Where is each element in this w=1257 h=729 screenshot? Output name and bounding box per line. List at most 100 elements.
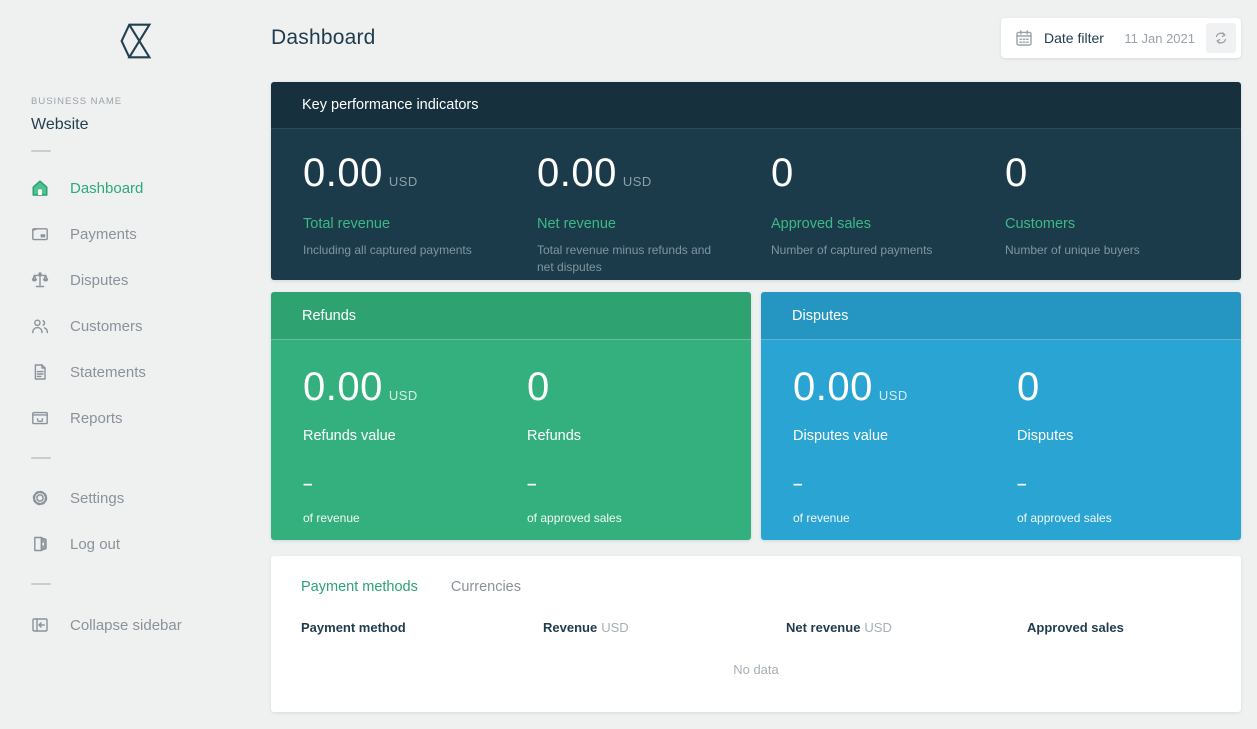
sidebar-secondary-nav: Settings Log out <box>0 475 271 567</box>
people-icon <box>30 316 50 336</box>
metric-value: 0 <box>771 151 794 195</box>
metric-value: 0 <box>1005 151 1028 195</box>
page-title: Dashboard <box>271 26 376 49</box>
kpi-metric-total-revenue: 0.00 USD Total revenue Including all capt… <box>303 150 537 280</box>
logo[interactable] <box>0 18 271 64</box>
metric-label: Net revenue <box>537 216 616 232</box>
metric-ratio-label: of approved sales <box>1017 511 1112 525</box>
document-icon <box>30 362 50 382</box>
metric-value: 0 <box>527 365 550 409</box>
refunds-value-metric: 0.00 USD Refunds value – of revenue <box>303 364 527 540</box>
sidebar-item-label: Payments <box>70 225 137 243</box>
sidebar: BUSINESS NAME Website Dashboard Payments… <box>0 0 271 729</box>
disputes-panel-body: 0.00 USD Disputes value – of revenue 0 Di… <box>761 340 1241 540</box>
sidebar-collapse-nav: Collapse sidebar <box>0 602 271 648</box>
refresh-button[interactable] <box>1206 23 1236 53</box>
refresh-icon <box>1215 32 1227 44</box>
sidebar-item-label: Dashboard <box>70 179 144 197</box>
metric-label: Disputes <box>1017 428 1074 444</box>
metric-label: Disputes value <box>793 428 889 444</box>
sidebar-item-statements[interactable]: Statements <box>0 349 271 395</box>
metric-ratio-label: of revenue <box>303 511 360 525</box>
metric-unit: USD <box>388 174 418 189</box>
calendar-icon <box>1014 28 1034 48</box>
metric-ratio: – <box>303 474 313 493</box>
metric-label: Refunds <box>527 428 582 444</box>
metric-unit: USD <box>878 388 908 403</box>
refunds-panel: Refunds 0.00 USD Refunds value – of reven… <box>271 292 751 540</box>
sidebar-item-label: Reports <box>70 409 123 427</box>
checkout-logo-icon <box>119 23 151 59</box>
page-header: Dashboard Date filter 11 Jan 2021 <box>271 18 1241 58</box>
column-unit: USD <box>864 620 892 635</box>
sidebar-item-label: Customers <box>70 317 143 335</box>
sidebar-item-dashboard[interactable]: Dashboard <box>0 165 271 211</box>
metric-value: 0 <box>1017 365 1040 409</box>
app-root: BUSINESS NAME Website Dashboard Payments… <box>0 0 1257 729</box>
column-unit: USD <box>601 620 629 635</box>
sidebar-item-payments[interactable]: Payments <box>0 211 271 257</box>
metric-label: Approved sales <box>771 216 871 232</box>
date-filter-value: 11 Jan 2021 <box>1124 30 1195 46</box>
tab-payment-methods[interactable]: Payment methods <box>301 579 418 595</box>
metric-unit: USD <box>622 174 652 189</box>
refunds-panel-body: 0.00 USD Refunds value – of revenue 0 Ref… <box>271 340 751 540</box>
disputes-value-metric: 0.00 USD Disputes value – of revenue <box>793 364 1017 540</box>
sidebar-item-disputes[interactable]: Disputes <box>0 257 271 303</box>
column-payment-method: Payment method <box>301 620 406 635</box>
business-name: Website <box>31 116 89 133</box>
main-content: Dashboard Date filter 11 Jan 2021 Key pe… <box>271 0 1257 729</box>
metric-label: Customers <box>1005 216 1076 232</box>
disputes-count-metric: 0 Disputes – of approved sales <box>1017 364 1241 540</box>
metric-value: 0.00 USD <box>793 365 908 409</box>
business-name-label: BUSINESS NAME <box>31 96 123 107</box>
metric-description: Total revenue minus refunds and net disp… <box>537 243 712 275</box>
metric-ratio: – <box>1017 474 1027 493</box>
inbox-icon <box>30 408 50 428</box>
breakdown-tabs: Payment methods Currencies <box>271 556 1241 595</box>
sidebar-item-customers[interactable]: Customers <box>0 303 271 349</box>
business-block: BUSINESS NAME Website <box>31 96 271 134</box>
metric-value: 0.00 USD <box>303 365 418 409</box>
column-approved-sales: Approved sales <box>1027 620 1124 635</box>
empty-state-text: No data <box>733 662 779 677</box>
disputes-panel-title: Disputes <box>761 292 1241 340</box>
disputes-panel: Disputes 0.00 USD Disputes value – of rev… <box>761 292 1241 540</box>
sidebar-divider <box>31 150 51 152</box>
scales-icon <box>30 270 50 290</box>
kpi-metric-approved-sales: 0 Approved sales Number of captured paym… <box>771 150 1005 280</box>
refunds-count-metric: 0 Refunds – of approved sales <box>527 364 751 540</box>
home-icon <box>30 178 50 198</box>
metric-ratio-label: of revenue <box>793 511 850 525</box>
sidebar-item-settings[interactable]: Settings <box>0 475 271 521</box>
wallet-icon <box>30 224 50 244</box>
refunds-panel-title: Refunds <box>271 292 751 340</box>
sidebar-item-label: Settings <box>70 489 125 507</box>
date-filter-label: Date filter <box>1044 30 1104 46</box>
metric-description: Number of captured payments <box>771 243 933 257</box>
date-filter[interactable]: Date filter 11 Jan 2021 <box>1001 18 1241 58</box>
metric-value: 0.00 USD <box>303 151 418 195</box>
kpi-metric-customers: 0 Customers Number of unique buyers <box>1005 150 1239 280</box>
door-icon <box>30 534 50 554</box>
kpi-panel-title: Key performance indicators <box>271 82 1241 129</box>
sidebar-item-label: Disputes <box>70 271 129 289</box>
sidebar-item-logout[interactable]: Log out <box>0 521 271 567</box>
tab-currencies[interactable]: Currencies <box>451 579 521 595</box>
gear-icon <box>30 488 50 508</box>
metric-unit: USD <box>388 388 418 403</box>
kpi-metric-net-revenue: 0.00 USD Net revenue Total revenue minus … <box>537 150 771 280</box>
metric-label: Refunds value <box>303 428 396 444</box>
sidebar-item-reports[interactable]: Reports <box>0 395 271 441</box>
sidebar-item-label: Log out <box>70 535 121 553</box>
metric-ratio-label: of approved sales <box>527 511 622 525</box>
collapse-sidebar-button[interactable]: Collapse sidebar <box>0 602 271 648</box>
metric-description: Number of unique buyers <box>1005 243 1140 257</box>
metric-ratio: – <box>527 474 537 493</box>
metric-ratio: – <box>793 474 803 493</box>
sidebar-item-label: Statements <box>70 363 146 381</box>
table-header-row: Payment method Revenue USD Net revenue USD… <box>271 620 1241 635</box>
breakdown-card: Payment methods Currencies Payment metho… <box>271 556 1241 712</box>
sidebar-nav: Dashboard Payments Disputes Customers St… <box>0 165 271 441</box>
kpi-panel-body: 0.00 USD Total revenue Including all capt… <box>271 129 1241 280</box>
